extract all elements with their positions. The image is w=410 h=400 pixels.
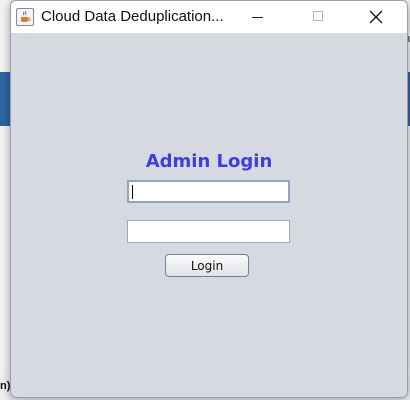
maximize-button[interactable] <box>295 1 341 33</box>
background-text-fragment-bottom: n) <box>0 380 11 392</box>
window-title: Cloud Data Deduplication... <box>41 8 224 25</box>
text-caret <box>132 185 133 199</box>
title-bar[interactable]: Cloud Data Deduplication... <box>11 1 407 33</box>
login-window: Cloud Data Deduplication... Admin Login … <box>10 0 408 398</box>
login-heading: Admin Login <box>145 151 273 172</box>
close-icon <box>369 10 383 24</box>
username-input[interactable] <box>127 180 290 203</box>
minimize-button[interactable] <box>233 1 279 33</box>
java-cup-icon <box>16 8 34 26</box>
close-button[interactable] <box>353 1 399 33</box>
login-button[interactable]: Login <box>165 254 249 277</box>
maximize-icon <box>313 11 323 21</box>
minimize-icon <box>252 17 263 18</box>
password-input[interactable] <box>127 220 290 243</box>
